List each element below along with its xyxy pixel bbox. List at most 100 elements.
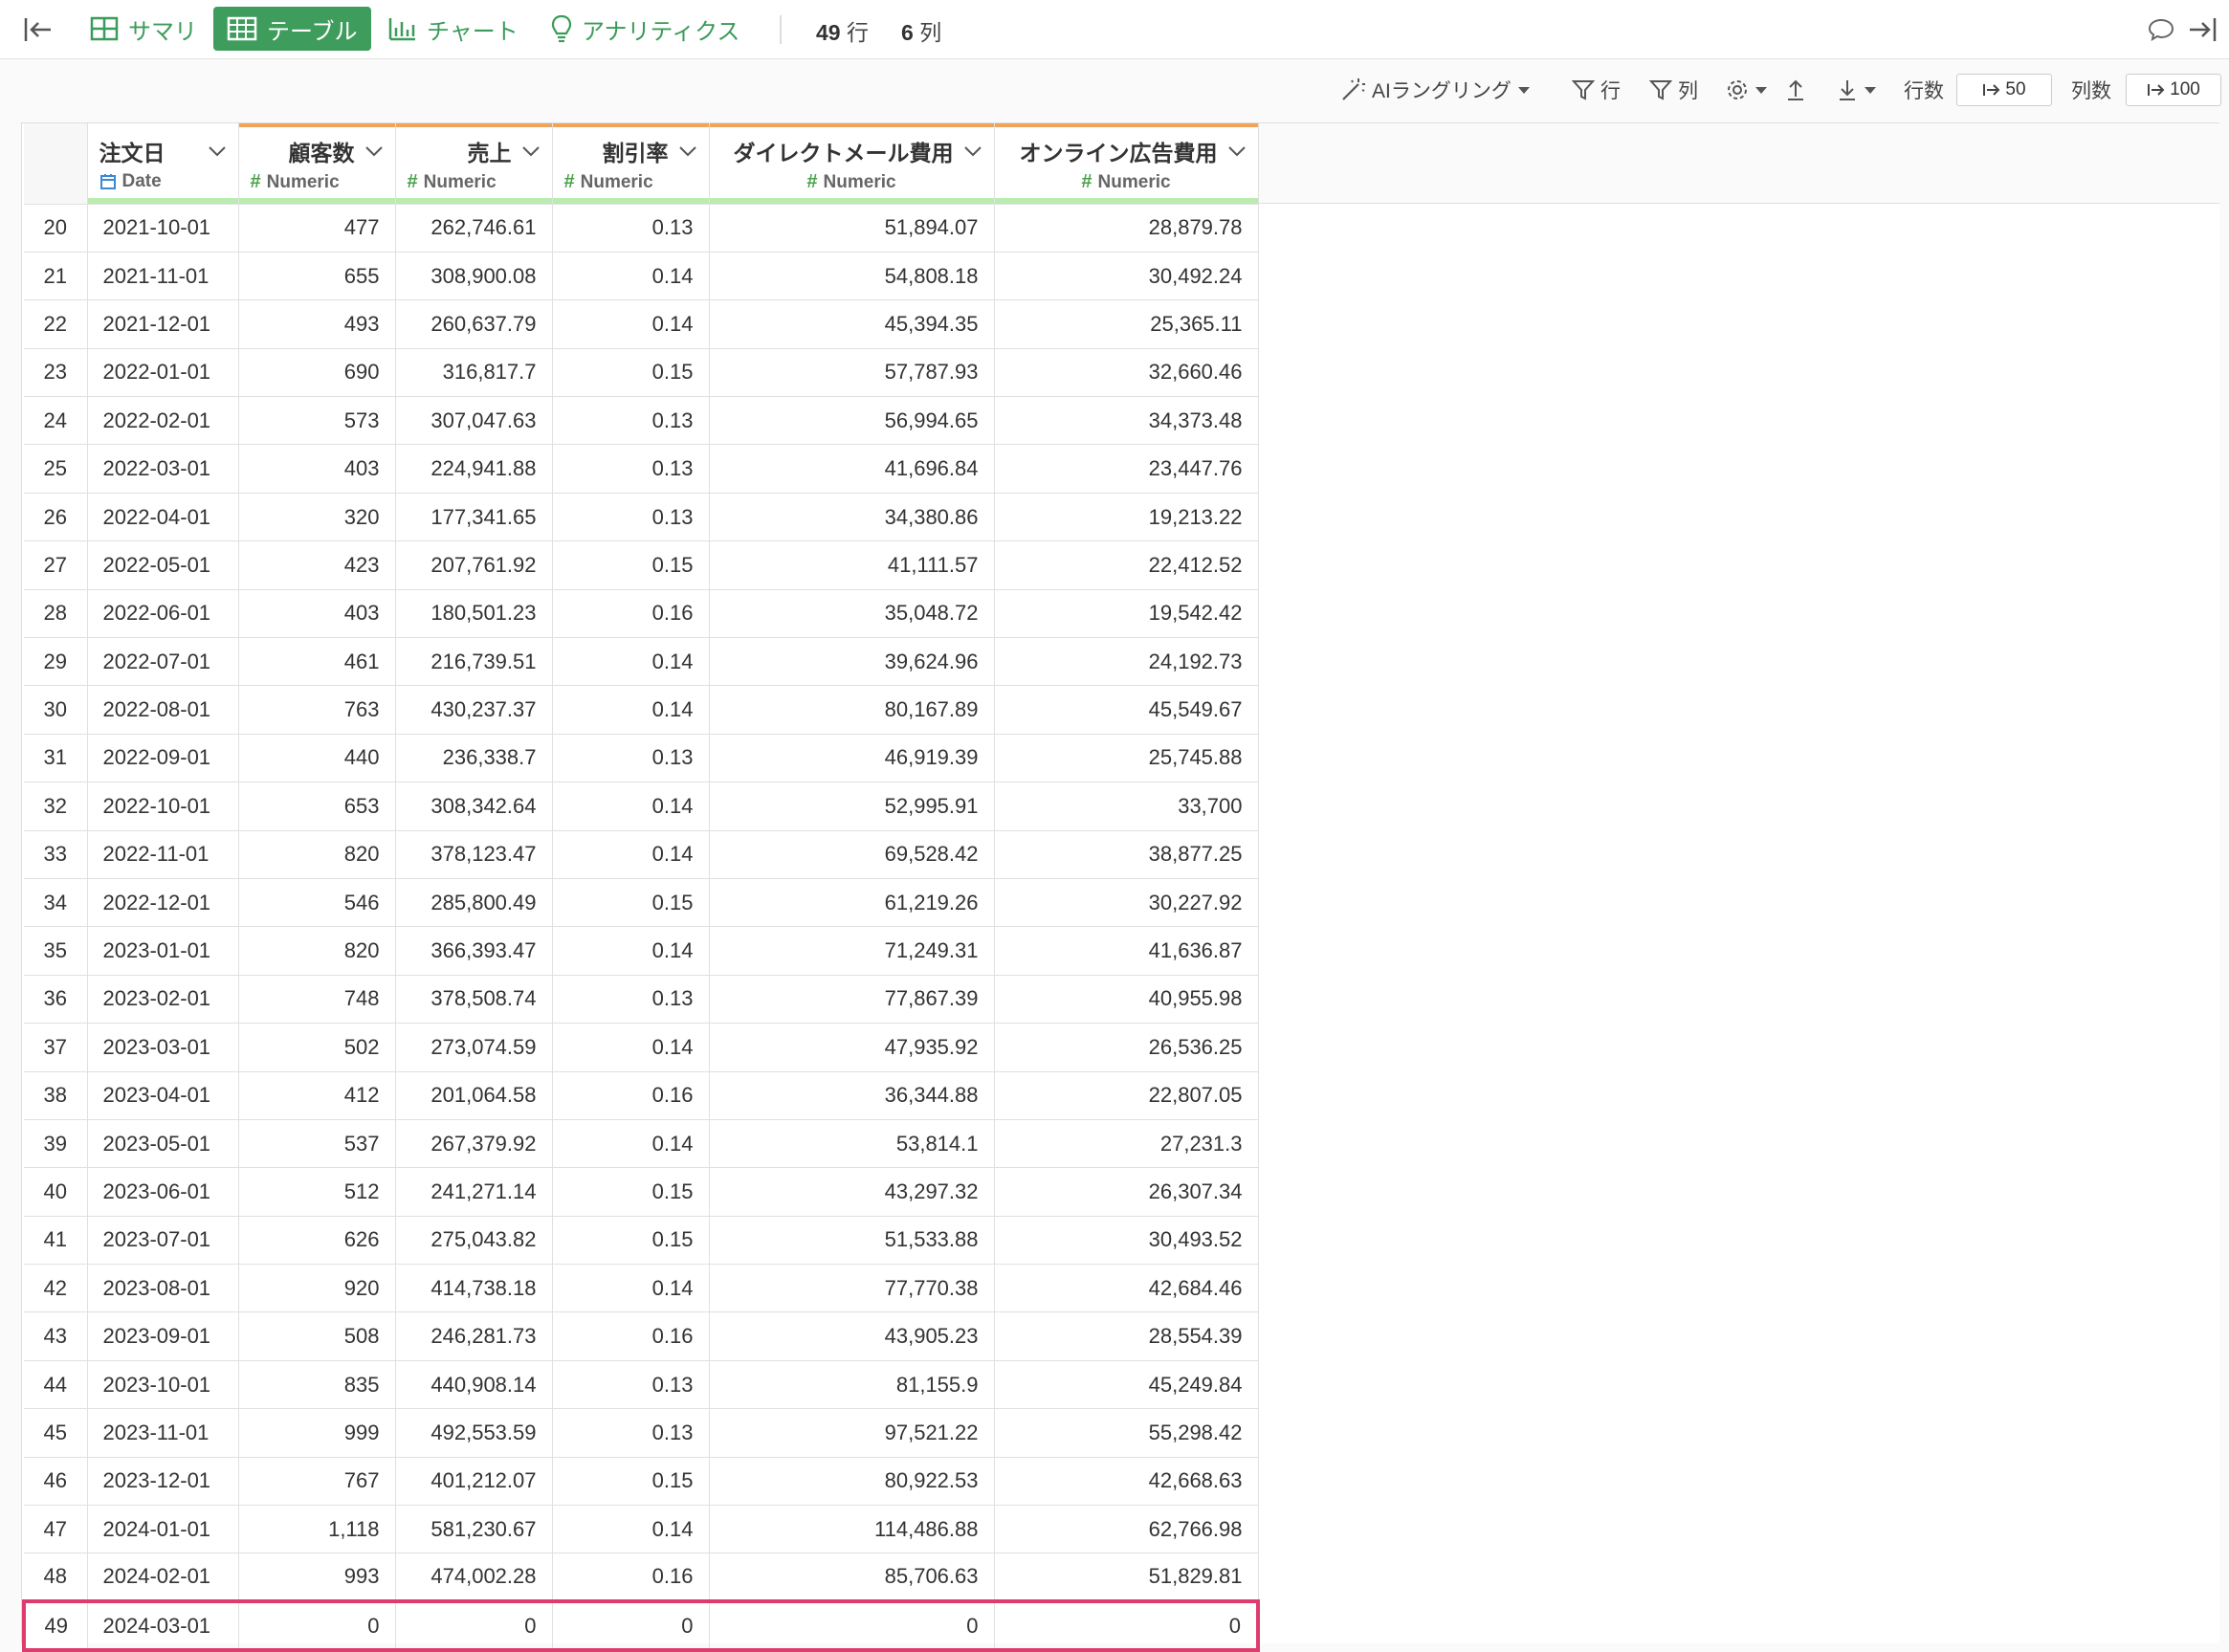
direct-mail-cost-cell[interactable]: 52,995.91	[709, 782, 995, 831]
discount-rate-cell[interactable]: 0.14	[552, 782, 710, 831]
table-row[interactable]: 32 2022-10-01 653 308,342.64 0.14 52,995.91 33…	[24, 782, 1259, 831]
discount-rate-cell[interactable]: 0.14	[552, 637, 710, 687]
customers-cell[interactable]: 763	[238, 685, 396, 735]
order-date-cell[interactable]: 2022-05-01	[87, 540, 239, 590]
online-ad-cost-cell[interactable]: 28,554.39	[994, 1311, 1259, 1361]
order-date-cell[interactable]: 2022-06-01	[87, 589, 239, 639]
table-row[interactable]: 22 2021-12-01 493 260,637.79 0.14 45,394.35 25…	[24, 299, 1259, 349]
row-index-cell[interactable]: 46	[24, 1457, 88, 1507]
online-ad-cost-cell[interactable]: 30,227.92	[994, 878, 1259, 928]
column-header-discount-rate[interactable]: 割引率 # Numeric	[552, 123, 710, 205]
table-row[interactable]: 25 2022-03-01 403 224,941.88 0.13 41,696.84 23…	[24, 444, 1259, 494]
customers-cell[interactable]: 690	[238, 348, 396, 398]
order-date-cell[interactable]: 2023-08-01	[87, 1264, 239, 1313]
row-index-cell[interactable]: 28	[24, 589, 88, 639]
discount-rate-cell[interactable]: 0.15	[552, 878, 710, 928]
discount-rate-cell[interactable]: 0.14	[552, 252, 710, 301]
order-date-cell[interactable]: 2022-09-01	[87, 734, 239, 783]
order-date-cell[interactable]: 2022-10-01	[87, 782, 239, 831]
column-count-input[interactable]: 100	[2126, 74, 2221, 106]
discount-rate-cell[interactable]: 0.13	[552, 975, 710, 1024]
row-filter-button[interactable]: 行	[1572, 74, 1621, 106]
row-index-cell[interactable]: 44	[24, 1360, 88, 1410]
row-index-cell[interactable]: 29	[24, 637, 88, 687]
order-date-cell[interactable]: 2023-04-01	[87, 1071, 239, 1120]
online-ad-cost-cell[interactable]: 25,745.88	[994, 734, 1259, 783]
row-index-cell[interactable]: 20	[24, 204, 88, 253]
discount-rate-cell[interactable]: 0.16	[552, 1311, 710, 1361]
order-date-cell[interactable]: 2021-11-01	[87, 252, 239, 301]
order-date-cell[interactable]: 2022-11-01	[87, 830, 239, 879]
sales-cell[interactable]: 273,074.59	[395, 1023, 553, 1072]
row-index-cell[interactable]: 40	[24, 1167, 88, 1217]
table-row[interactable]: 27 2022-05-01 423 207,761.92 0.15 41,111.57 22…	[24, 540, 1259, 590]
sales-cell[interactable]: 308,342.64	[395, 782, 553, 831]
row-index-cell[interactable]: 39	[24, 1119, 88, 1169]
discount-rate-cell[interactable]: 0.14	[552, 1264, 710, 1313]
sales-cell[interactable]: 236,338.7	[395, 734, 553, 783]
sales-cell[interactable]: 440,908.14	[395, 1360, 553, 1410]
direct-mail-cost-cell[interactable]: 34,380.86	[709, 493, 995, 542]
table-row[interactable]: 33 2022-11-01 820 378,123.47 0.14 69,528.42 38…	[24, 830, 1259, 879]
online-ad-cost-cell[interactable]: 34,373.48	[994, 396, 1259, 446]
online-ad-cost-cell[interactable]: 26,536.25	[994, 1023, 1259, 1072]
chevron-down-icon[interactable]	[1227, 145, 1247, 157]
table-row[interactable]: 36 2023-02-01 748 378,508.74 0.13 77,867.39 40…	[24, 975, 1259, 1024]
order-date-cell[interactable]: 2023-03-01	[87, 1023, 239, 1072]
table-row[interactable]: 46 2023-12-01 767 401,212.07 0.15 80,922.53 42…	[24, 1457, 1259, 1507]
column-header-order-date[interactable]: 注文日 Date	[87, 123, 239, 205]
order-date-cell[interactable]: 2023-06-01	[87, 1167, 239, 1217]
discount-rate-cell[interactable]: 0.14	[552, 830, 710, 879]
sales-cell[interactable]: 241,271.14	[395, 1167, 553, 1217]
online-ad-cost-cell[interactable]: 19,542.42	[994, 589, 1259, 639]
discount-rate-cell[interactable]: 0.16	[552, 1071, 710, 1120]
order-date-cell[interactable]: 2023-10-01	[87, 1360, 239, 1410]
direct-mail-cost-cell[interactable]: 41,696.84	[709, 444, 995, 494]
online-ad-cost-cell[interactable]: 41,636.87	[994, 926, 1259, 976]
direct-mail-cost-cell[interactable]: 81,155.9	[709, 1360, 995, 1410]
chevron-down-icon[interactable]	[521, 145, 541, 157]
sales-cell[interactable]: 401,212.07	[395, 1457, 553, 1507]
discount-rate-cell[interactable]: 0.14	[552, 926, 710, 976]
direct-mail-cost-cell[interactable]: 85,706.63	[709, 1553, 995, 1602]
sales-cell[interactable]: 201,064.58	[395, 1071, 553, 1120]
online-ad-cost-cell[interactable]: 30,492.24	[994, 252, 1259, 301]
column-header-direct-mail-cost[interactable]: ダイレクトメール費用 # Numeric	[709, 123, 995, 205]
customers-cell[interactable]: 440	[238, 734, 396, 783]
discount-rate-cell[interactable]: 0.15	[552, 1457, 710, 1507]
customers-cell[interactable]: 477	[238, 204, 396, 253]
order-date-cell[interactable]: 2023-01-01	[87, 926, 239, 976]
sales-cell[interactable]: 308,900.08	[395, 252, 553, 301]
row-index-cell[interactable]: 48	[24, 1553, 88, 1602]
sales-cell[interactable]: 207,761.92	[395, 540, 553, 590]
online-ad-cost-cell[interactable]: 23,447.76	[994, 444, 1259, 494]
row-index-cell[interactable]: 22	[24, 299, 88, 349]
discount-rate-cell[interactable]: 0.14	[552, 1505, 710, 1554]
row-index-cell[interactable]: 41	[24, 1216, 88, 1266]
table-row[interactable]: 34 2022-12-01 546 285,800.49 0.15 61,219.26 30…	[24, 878, 1259, 928]
customers-cell[interactable]: 655	[238, 252, 396, 301]
table-row[interactable]: 44 2023-10-01 835 440,908.14 0.13 81,155.9 45,…	[24, 1360, 1259, 1410]
row-index-cell[interactable]: 25	[24, 444, 88, 494]
discount-rate-cell[interactable]: 0.15	[552, 348, 710, 398]
customers-cell[interactable]: 993	[238, 1553, 396, 1602]
direct-mail-cost-cell[interactable]: 69,528.42	[709, 830, 995, 879]
customers-cell[interactable]: 412	[238, 1071, 396, 1120]
discount-rate-cell[interactable]: 0.15	[552, 540, 710, 590]
row-index-cell[interactable]: 43	[24, 1311, 88, 1361]
table-row[interactable]: 29 2022-07-01 461 216,739.51 0.14 39,624.96 24…	[24, 637, 1259, 687]
ai-wrangling-button[interactable]: AIラングリング	[1339, 74, 1531, 106]
row-index-cell[interactable]: 31	[24, 734, 88, 783]
online-ad-cost-cell[interactable]: 42,668.63	[994, 1457, 1259, 1507]
online-ad-cost-cell[interactable]: 0	[994, 1599, 1260, 1652]
online-ad-cost-cell[interactable]: 28,879.78	[994, 204, 1259, 253]
row-index-cell[interactable]: 49	[22, 1599, 88, 1652]
online-ad-cost-cell[interactable]: 62,766.98	[994, 1505, 1259, 1554]
row-index-cell[interactable]: 27	[24, 540, 88, 590]
customers-cell[interactable]: 767	[238, 1457, 396, 1507]
sales-cell[interactable]: 260,637.79	[395, 299, 553, 349]
order-date-cell[interactable]: 2022-03-01	[87, 444, 239, 494]
row-index-cell[interactable]: 24	[24, 396, 88, 446]
customers-cell[interactable]: 820	[238, 830, 396, 879]
table-row[interactable]: 20 2021-10-01 477 262,746.61 0.13 51,894.07 28…	[24, 204, 1259, 253]
